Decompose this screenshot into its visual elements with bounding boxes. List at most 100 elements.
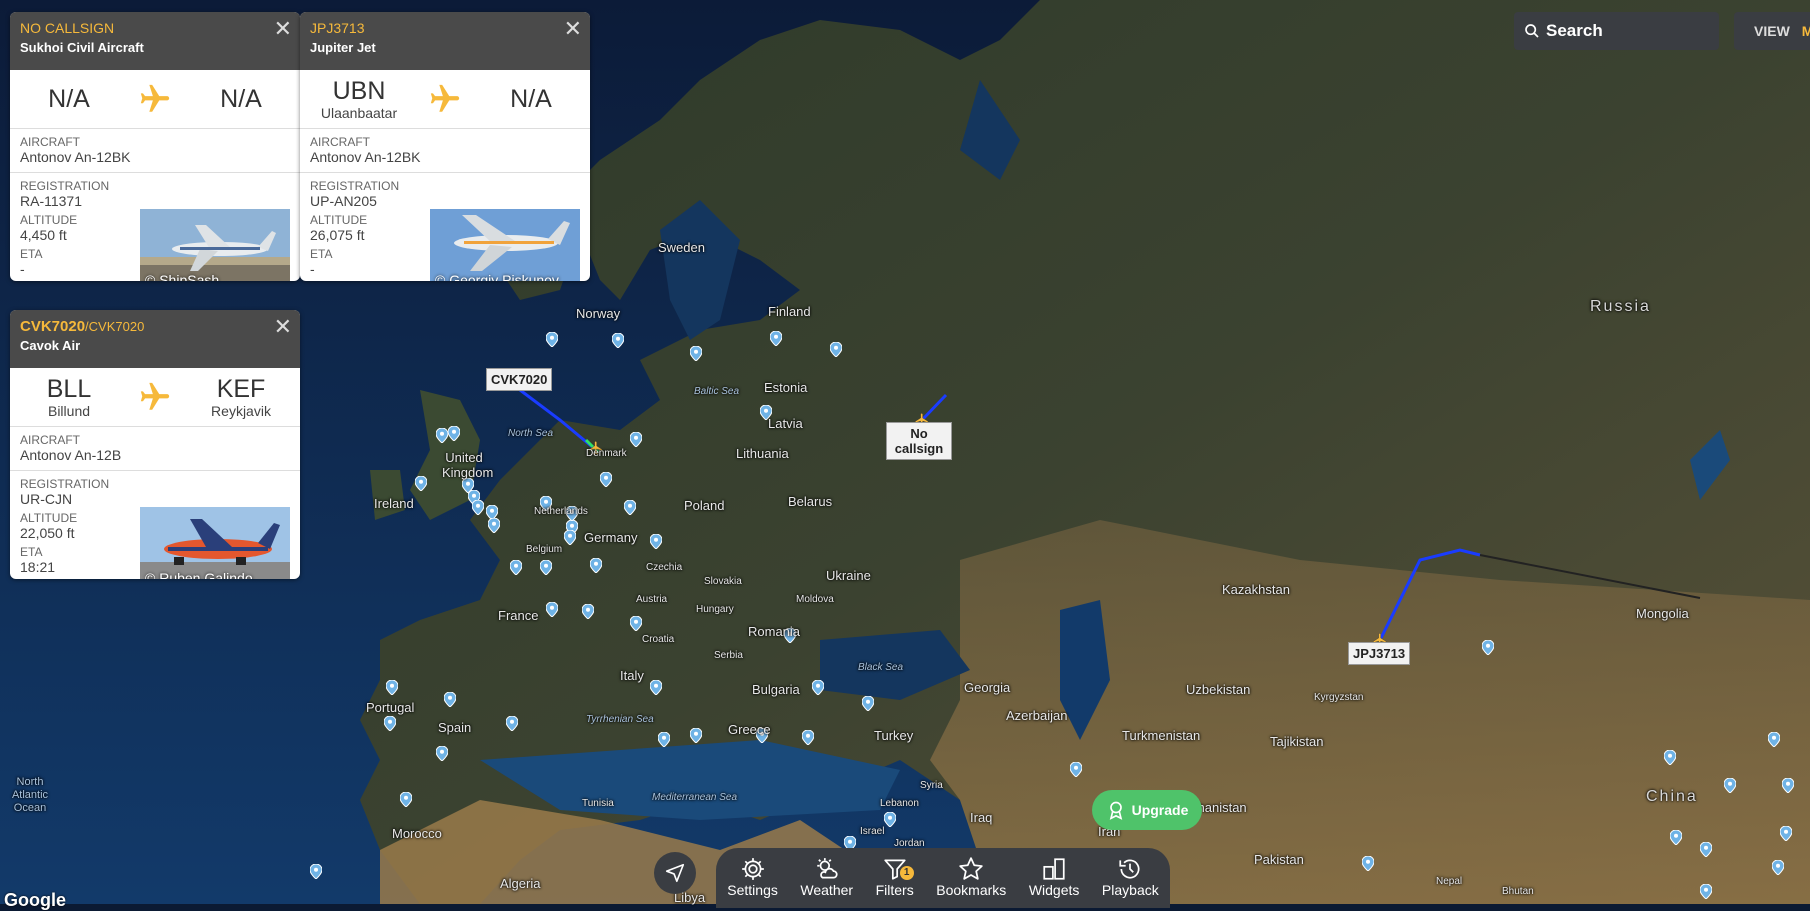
navigation-arrow-icon — [665, 863, 685, 883]
map-label-uzbekistan: Uzbekistan — [1186, 682, 1251, 697]
filters-button[interactable]: 1 Filters — [876, 856, 914, 898]
close-icon[interactable]: ✕ — [274, 316, 292, 338]
gear-icon — [741, 858, 764, 880]
map-label-north-sea: North Sea — [508, 428, 554, 439]
airport-pin-icon[interactable] — [546, 602, 558, 617]
map-label-bhutan: Bhutan — [1502, 886, 1534, 897]
map-label-hungary: Hungary — [696, 604, 734, 615]
close-icon[interactable]: ✕ — [274, 18, 292, 40]
airport-pin-icon[interactable] — [690, 728, 702, 743]
airport-pin-icon[interactable] — [812, 680, 824, 695]
view-button[interactable]: VIEW M — [1734, 12, 1810, 50]
airport-pin-icon[interactable] — [1724, 778, 1736, 793]
airport-pin-icon[interactable] — [506, 716, 518, 731]
aircraft-photo[interactable]: © ShipSash — [140, 209, 290, 281]
airport-pin-icon[interactable] — [436, 746, 448, 761]
card-airline: Sukhoi Civil Aircraft — [20, 40, 144, 55]
my-location-button[interactable] — [654, 852, 696, 894]
airport-pin-icon[interactable] — [862, 696, 874, 711]
airport-pin-icon[interactable] — [1070, 762, 1082, 777]
map-label-finland: Finland — [768, 304, 811, 319]
plane-icon — [137, 81, 173, 117]
map-label-denmark: Denmark — [586, 448, 627, 459]
bottom-toolbar: Settings Weather 1 Filters Bookmarks Wid… — [716, 848, 1170, 908]
airport-pin-icon[interactable] — [310, 864, 322, 879]
airport-pin-icon[interactable] — [802, 730, 814, 745]
airport-pin-icon[interactable] — [1782, 778, 1794, 793]
map-label-estonia: Estonia — [764, 380, 808, 395]
weather-button[interactable]: Weather — [800, 856, 853, 898]
map-label-mediterranean-sea: Mediterranean Sea — [652, 792, 738, 803]
aircraft-photo[interactable]: © Georgiy Piskunov — [430, 209, 580, 281]
airport-pin-icon[interactable] — [488, 518, 500, 533]
airport-pin-icon[interactable] — [448, 426, 460, 441]
airport-pin-icon[interactable] — [650, 680, 662, 695]
airport-pin-icon[interactable] — [600, 472, 612, 487]
card-callsign: CVK7020/CVK7020 — [20, 318, 145, 335]
airport-pin-icon[interactable] — [1768, 732, 1780, 747]
map-label-tyrrhenian-sea: Tyrrhenian Sea — [586, 714, 654, 725]
airport-pin-icon[interactable] — [630, 432, 642, 447]
airport-pin-icon[interactable] — [415, 476, 427, 491]
airport-pin-icon[interactable] — [582, 604, 594, 619]
airport-pin-icon[interactable] — [612, 333, 624, 348]
flight-card-no-callsign[interactable]: NO CALLSIGN Sukhoi Civil Aircraft ✕ N/A … — [10, 12, 300, 281]
airport-pin-icon[interactable] — [1700, 884, 1712, 899]
widgets-icon — [1043, 858, 1065, 880]
airport-pin-icon[interactable] — [1362, 856, 1374, 871]
card-callsign: NO CALLSIGN — [20, 20, 115, 36]
airport-pin-icon[interactable] — [830, 342, 842, 357]
airport-pin-icon[interactable] — [1670, 830, 1682, 845]
star-icon — [959, 857, 983, 880]
airport-pin-icon[interactable] — [624, 500, 636, 515]
playback-button[interactable]: Playback — [1102, 856, 1159, 898]
origin-airport: N/A — [48, 85, 90, 113]
card-callsign: JPJ3713 — [310, 20, 365, 36]
map-label-austria: Austria — [636, 594, 668, 605]
airport-pin-icon[interactable] — [444, 692, 456, 707]
map-label-poland: Poland — [684, 498, 725, 513]
airport-pin-icon[interactable] — [386, 680, 398, 695]
airport-pin-icon[interactable] — [630, 616, 642, 631]
airport-pin-icon[interactable] — [384, 716, 396, 731]
widgets-button[interactable]: Widgets — [1029, 856, 1079, 898]
airport-pin-icon[interactable] — [884, 812, 896, 827]
close-icon[interactable]: ✕ — [564, 18, 582, 40]
flight-card-cvk7020[interactable]: CVK7020/CVK7020 Cavok Air ✕ BLL Billund K… — [10, 310, 300, 579]
airport-pin-icon[interactable] — [590, 558, 602, 573]
airport-pin-icon[interactable] — [400, 792, 412, 807]
google-attribution: Google — [4, 890, 66, 910]
search-box[interactable]: Search — [1514, 12, 1719, 50]
airport-pin-icon[interactable] — [690, 346, 702, 361]
airport-pin-icon[interactable] — [658, 732, 670, 747]
map-label-lebanon: Lebanon — [880, 798, 919, 809]
airport-pin-icon[interactable] — [650, 534, 662, 549]
flight-card-jpj3713[interactable]: JPJ3713 Jupiter Jet ✕ UBN Ulaanbaatar N/A… — [300, 12, 590, 281]
aircraft-row: AIRCRAFT Antonov An-12BK — [10, 129, 300, 173]
destination-airport: N/A — [220, 85, 262, 113]
aircraft-type: Antonov An-12BK — [310, 149, 421, 165]
airport-pin-icon[interactable] — [1482, 640, 1494, 655]
weather-icon — [816, 858, 838, 879]
airport-pin-icon[interactable] — [770, 331, 782, 346]
flight-tag-cvk7020[interactable]: CVK7020 — [486, 368, 553, 391]
airport-pin-icon[interactable] — [546, 332, 558, 347]
airport-pin-icon[interactable] — [1700, 842, 1712, 857]
airport-pin-icon[interactable] — [472, 500, 484, 515]
settings-button[interactable]: Settings — [727, 856, 778, 898]
flight-tag-no-callsign[interactable]: No callsign — [886, 422, 952, 460]
aircraft-type: Antonov An-12B — [20, 447, 122, 463]
airport-pin-icon[interactable] — [510, 560, 522, 575]
bookmarks-button[interactable]: Bookmarks — [936, 856, 1006, 898]
airport-pin-icon[interactable] — [540, 560, 552, 575]
airport-pin-icon[interactable] — [436, 428, 448, 443]
upgrade-button[interactable]: Upgrade — [1092, 790, 1202, 830]
map-label-tunisia: Tunisia — [582, 798, 614, 809]
map-label-algeria: Algeria — [500, 876, 541, 891]
flight-tag-jpj3713[interactable]: JPJ3713 — [1348, 642, 1411, 665]
airport-pin-icon[interactable] — [1772, 860, 1784, 875]
aircraft-photo[interactable]: © Ruben Galindo — [140, 507, 290, 579]
airport-pin-icon[interactable] — [1664, 750, 1676, 765]
airport-pin-icon[interactable] — [564, 530, 576, 545]
airport-pin-icon[interactable] — [1780, 826, 1792, 841]
